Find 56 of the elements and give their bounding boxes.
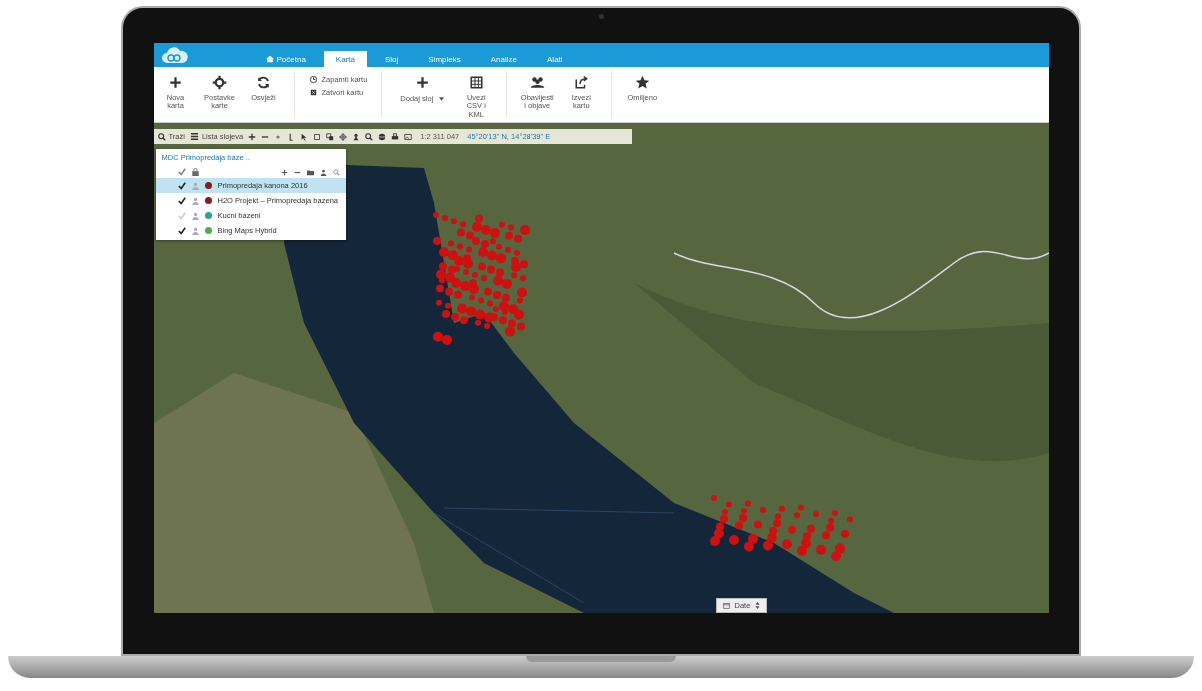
copy-tool-button[interactable] [326, 132, 335, 141]
person-icon [191, 226, 199, 235]
export-icon [573, 75, 589, 90]
picture-icon [404, 132, 413, 141]
table-icon [468, 75, 484, 90]
calendar-icon [722, 602, 730, 609]
pointer-icon [300, 132, 309, 141]
globe-tool-button[interactable] [378, 132, 387, 141]
gear-icon [212, 75, 227, 90]
printer-icon [391, 132, 400, 141]
person-icon [191, 181, 199, 190]
person-icon [191, 196, 199, 205]
camera-icon [598, 14, 604, 19]
refresh-icon [256, 75, 271, 90]
list-icon [189, 132, 199, 141]
checkmark-icon[interactable] [177, 196, 186, 205]
home-icon [265, 55, 274, 63]
magnifier-icon [157, 132, 166, 141]
plus-icon[interactable] [280, 168, 288, 176]
lock-icon [191, 168, 199, 176]
copy-icon [326, 132, 335, 141]
close-icon [308, 88, 318, 97]
person-icon [191, 211, 199, 220]
plus-icon [168, 75, 183, 90]
pointer-tool-button[interactable] [300, 132, 309, 141]
plus-tool-button[interactable] [248, 132, 257, 141]
marker-cluster-drawing[interactable] [432, 212, 530, 345]
checkmark-icon[interactable] [177, 226, 186, 235]
checkmark-icon[interactable] [177, 168, 186, 176]
caret-icon [439, 96, 445, 101]
square-tool-button[interactable] [313, 132, 322, 141]
picture-tool-button[interactable] [404, 132, 413, 141]
ruler-tool-button[interactable] [287, 132, 296, 141]
target-tool-button[interactable] [339, 132, 348, 141]
caret-icon [755, 602, 761, 609]
ruler-icon [287, 132, 296, 141]
person-icon [352, 132, 361, 141]
people-icon [529, 75, 545, 90]
person-icon[interactable] [319, 168, 327, 176]
magnifier-icon [365, 132, 374, 141]
star-icon [634, 75, 650, 90]
plus-icon [414, 75, 430, 90]
globe-icon [378, 132, 387, 141]
menu-tab[interactable]: Karta [323, 51, 367, 67]
person-tool-button[interactable] [352, 132, 361, 141]
marker-cluster-drawing[interactable] [709, 495, 853, 562]
plus-icon [248, 132, 257, 141]
printer-tool-button[interactable] [391, 132, 400, 141]
checkmark-icon[interactable] [177, 181, 186, 190]
satellite-map-drawing[interactable] [153, 123, 1049, 613]
target-icon [339, 132, 348, 141]
cloud-logo-icon [161, 46, 188, 64]
folder-icon[interactable] [306, 168, 314, 176]
magnifier-tool-button[interactable] [365, 132, 374, 141]
clock-icon [308, 75, 318, 84]
magnifier-icon[interactable] [332, 168, 340, 176]
